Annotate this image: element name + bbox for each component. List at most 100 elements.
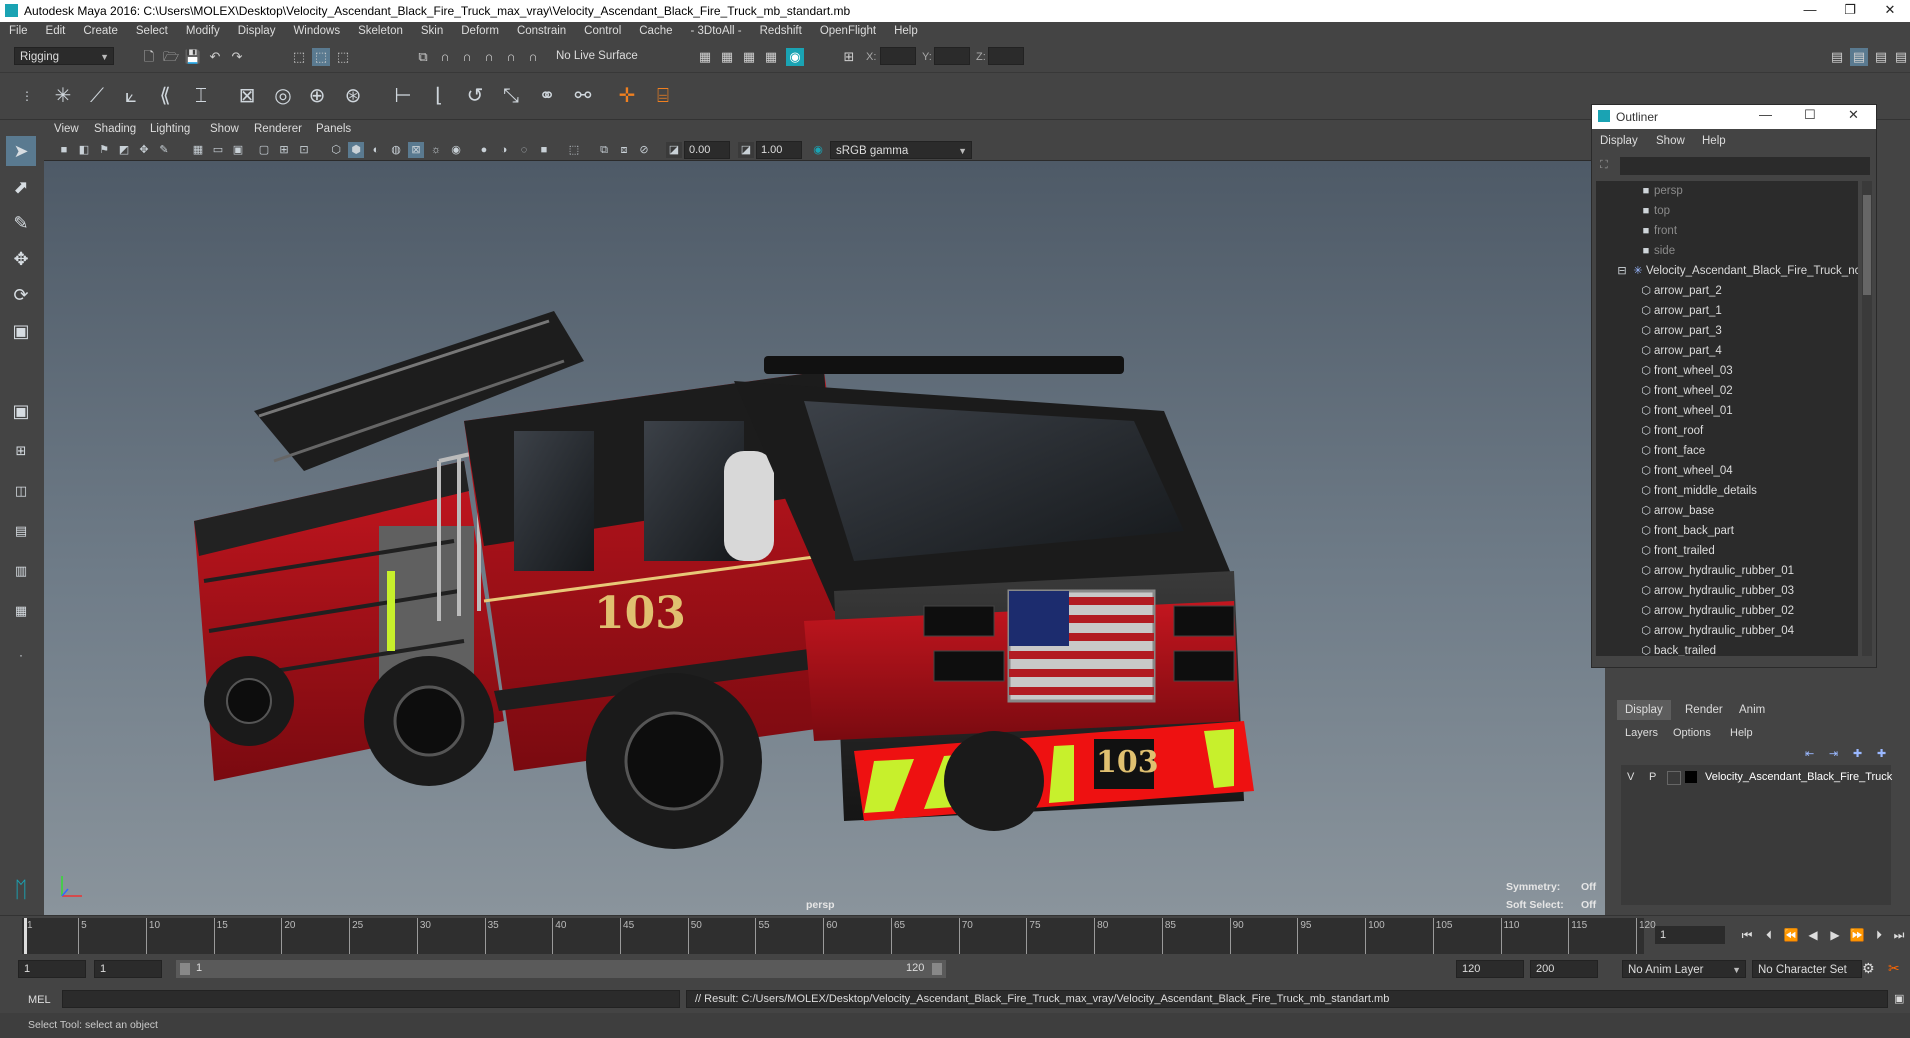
menu-help[interactable]: Help [885,22,927,37]
layer-menu-layers[interactable]: Layers [1625,727,1658,739]
locator-icon[interactable]: ✛ [612,81,642,111]
isolate-select-icon[interactable]: ■ [536,142,552,158]
menu-file[interactable]: File [0,22,37,37]
outliner-item-front[interactable]: ■ front [1596,221,1858,241]
outliner-item[interactable]: ⬡ arrow_part_2 [1596,281,1858,301]
z-field[interactable] [988,47,1024,65]
layer-display-type-box[interactable] [1667,771,1681,785]
wireframe-on-shaded-icon[interactable]: ◐ [368,142,384,158]
perspective-viewport[interactable]: 103 103 persp Symmetry: Off Soft Select:… [44,161,1605,915]
outliner-item[interactable]: ⬡ front_trailed [1596,541,1858,561]
auto-key-icon[interactable]: ⚙ [1862,960,1875,977]
layout-icon[interactable]: ▤ [1828,48,1846,66]
menu-windows[interactable]: Windows [284,22,349,37]
range-start-handle[interactable] [180,963,190,975]
image-plane-icon[interactable]: ◩ [116,142,132,158]
outliner-item[interactable]: ⬡ front_face [1596,441,1858,461]
select-camera-icon[interactable]: ■ [56,142,72,158]
depth-of-field-icon[interactable]: ◌ [516,142,532,158]
point-constraint-icon[interactable]: ⊢ [388,81,418,111]
select-component-icon[interactable]: ⬚ [334,48,352,66]
step-forward-icon[interactable]: ⏵ [1870,926,1888,944]
menu-select[interactable]: Select [127,22,177,37]
hypershade-icon[interactable]: ◉ [786,48,804,66]
wireframe-icon[interactable]: ⬡ [328,142,344,158]
y-field[interactable] [934,47,970,65]
new-layer-icon[interactable]: ✚ [1853,747,1862,760]
render-view-icon[interactable]: ▦ [696,48,714,66]
collapse-minus-icon[interactable]: ⊟ [1614,261,1630,281]
character-set-dropdown[interactable]: No Character Set [1752,960,1862,978]
gamma-icon[interactable]: ◪ [738,142,754,158]
current-frame-field[interactable]: 1 [1655,926,1725,944]
menu-skin[interactable]: Skin [412,22,452,37]
menu-skeleton[interactable]: Skeleton [349,22,412,37]
vp-menu-shading[interactable]: Shading [94,123,136,135]
view-transform-dropdown[interactable]: sRGB gamma ▼ [830,141,972,159]
redo-icon[interactable]: ↷ [228,48,246,66]
vp-menu-renderer[interactable]: Renderer [254,123,302,135]
outliner-layout-icon[interactable]: ▤ [6,516,36,546]
select-hierarchy-icon[interactable]: ⬚ [290,48,308,66]
shadows-icon[interactable]: ☼ [428,142,444,158]
parent-constraint-icon[interactable]: ⚭ [532,81,562,111]
layer-menu-help[interactable]: Help [1730,727,1753,739]
play-forwards-icon[interactable]: ▶ [1826,926,1844,944]
outliner-item[interactable]: ⬡ front_wheel_02 [1596,381,1858,401]
new-scene-icon[interactable]: 🗋 [140,48,158,66]
bind-skin-icon[interactable]: ⌶ [186,81,216,111]
script-editor-icon[interactable]: ▣ [1894,992,1904,1005]
select-tool-icon[interactable]: ➤ [6,136,36,166]
save-scene-icon[interactable]: 💾 [184,48,202,66]
aim-constraint-icon[interactable]: ⌊ [424,81,454,111]
vp-menu-panels[interactable]: Panels [316,123,351,135]
hypershade-layout-icon[interactable]: ▦ [6,596,36,626]
move-tool-icon[interactable]: ✥ [6,244,36,274]
outliner-item[interactable]: ⬡ back_trailed [1596,641,1858,656]
outliner-item-side[interactable]: ■ side [1596,241,1858,261]
anim-layer-dropdown[interactable]: No Anim Layer ▼ [1622,960,1746,978]
screen-space-ao-icon[interactable]: ◉ [448,142,464,158]
vp-menu-show[interactable]: Show [210,123,239,135]
script-language-toggle[interactable]: MEL [28,994,51,1006]
resolution-gate-icon[interactable]: ▣ [230,142,246,158]
use-all-lights-icon[interactable]: ⊠ [408,142,424,158]
range-end-handle[interactable] [932,963,942,975]
lattice-icon[interactable]: ◎ [268,81,298,111]
outliner-item-top[interactable]: ■ top [1596,201,1858,221]
motion-blur-icon[interactable]: ● [476,142,492,158]
render-frame-icon[interactable]: ▦ [718,48,736,66]
layer-color-swatch[interactable] [1685,771,1697,783]
outliner-menu-help[interactable]: Help [1702,135,1726,147]
ipr-render-icon[interactable]: ▦ [740,48,758,66]
cluster-icon[interactable]: ⊕ [302,81,332,111]
menu-modify[interactable]: Modify [177,22,229,37]
two-view-layout-icon[interactable]: ◫ [6,476,36,506]
live-surface-icon[interactable]: ∩ [524,48,542,66]
paint-select-icon[interactable]: ✎ [6,208,36,238]
single-view-layout-icon[interactable]: ▣ [6,396,36,426]
outliner-item[interactable]: ⬡ front_wheel_01 [1596,401,1858,421]
range-slider-bar[interactable]: 1 120 [176,960,946,978]
outliner-item[interactable]: ⬡ arrow_hydraulic_rubber_04 [1596,621,1858,641]
outliner-scrollbar[interactable] [1862,181,1872,656]
step-back-key-icon[interactable]: ⏪ [1782,926,1800,944]
outliner-item[interactable]: ⬡ front_wheel_03 [1596,361,1858,381]
outliner-menu-show[interactable]: Show [1656,135,1685,147]
go-to-end-icon[interactable]: ⏭ [1890,926,1908,944]
xray-components-icon[interactable]: ⧈ [616,142,632,158]
outliner-item[interactable]: ⬡ front_middle_details [1596,481,1858,501]
outliner-item[interactable]: ⬡ front_back_part [1596,521,1858,541]
menu-openflight[interactable]: OpenFlight [811,22,885,37]
range-start-field[interactable]: 1 [18,960,86,978]
menu-create[interactable]: Create [74,22,127,37]
shelf-options-icon[interactable]: ⋮ [12,81,42,111]
smooth-shade-icon[interactable]: ⬢ [348,142,364,158]
bookmark-icon[interactable]: ⚑ [96,142,112,158]
rotate-tool-icon[interactable]: ⟳ [6,280,36,310]
minimize-button[interactable]: — [1790,2,1830,20]
orient-joint-icon[interactable]: ⟪ [150,81,180,111]
outliner-item[interactable]: ⬡ arrow_part_1 [1596,301,1858,321]
outliner-item-persp[interactable]: ■ persp [1596,181,1858,201]
animation-prefs-icon[interactable]: ✂ [1888,960,1900,977]
